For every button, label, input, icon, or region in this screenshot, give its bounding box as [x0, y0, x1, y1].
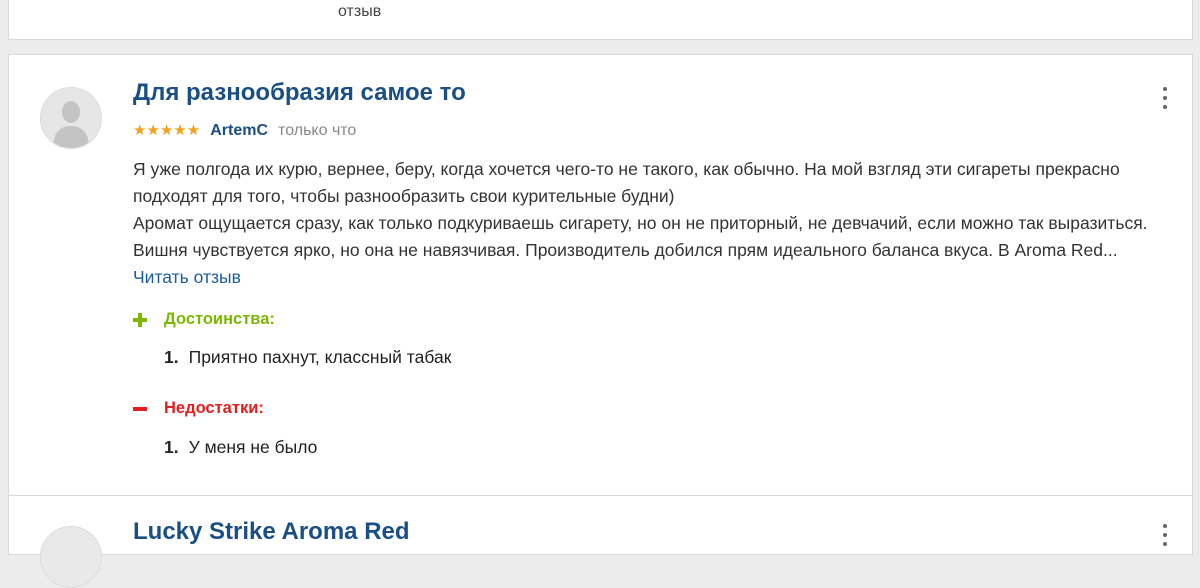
- review-title[interactable]: Lucky Strike Aroma Red: [133, 518, 410, 546]
- cons-item-text: У меня не было: [188, 437, 318, 457]
- cons-heading: Недостатки:: [133, 399, 264, 418]
- review-meta: ★★★★★ ArtemC только что: [133, 121, 356, 140]
- pros-item-number: 1.: [164, 347, 179, 367]
- review-title[interactable]: Для разнообразия самое то: [133, 79, 466, 107]
- pros-item-text: Приятно пахнут, классный табак: [188, 347, 452, 367]
- cons-item-number: 1.: [164, 437, 179, 457]
- cons-list-item: 1. У меня не было: [164, 437, 317, 458]
- review-time: только что: [278, 122, 357, 139]
- pros-label: Достоинства:: [164, 310, 275, 328]
- user-silhouette-icon: [41, 88, 101, 148]
- cons-label: Недостатки:: [164, 399, 264, 417]
- next-review-card: Lucky Strike Aroma Red: [8, 495, 1193, 588]
- avatar[interactable]: [40, 87, 102, 149]
- plus-icon: [133, 312, 147, 327]
- read-review-link[interactable]: Читать отзыв: [133, 267, 241, 287]
- more-options-icon[interactable]: [1160, 524, 1170, 546]
- more-options-icon[interactable]: [1160, 87, 1170, 109]
- review-paragraph-2: Аромат ощущается сразу, как только подку…: [133, 210, 1173, 291]
- review-paragraph-1: Я уже полгода их курю, вернее, беру, ког…: [133, 159, 1120, 206]
- pros-heading: Достоинства:: [133, 310, 275, 329]
- review-paragraph-2-text: Аромат ощущается сразу, как только подку…: [133, 213, 1148, 260]
- previous-review-card: отзыв: [8, 0, 1193, 40]
- pros-list-item: 1. Приятно пахнут, классный табак: [164, 347, 451, 368]
- minus-icon: [133, 402, 147, 416]
- read-review-link-fragment[interactable]: отзыв: [338, 3, 381, 21]
- rating-stars: ★★★★★: [133, 122, 201, 139]
- review-card: Для разнообразия самое то ★★★★★ ArtemC т…: [8, 54, 1193, 498]
- review-text: Я уже полгода их курю, вернее, беру, ког…: [133, 156, 1173, 291]
- author-name[interactable]: ArtemC: [210, 122, 268, 140]
- avatar[interactable]: [40, 526, 102, 588]
